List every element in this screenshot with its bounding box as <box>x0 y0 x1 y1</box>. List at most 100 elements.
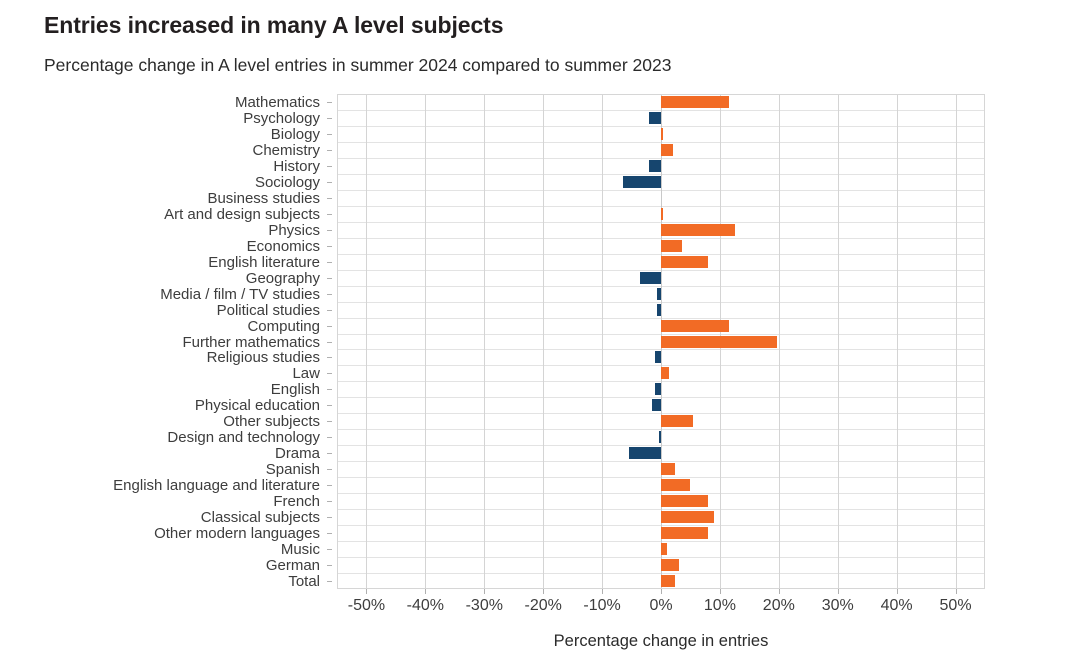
y-axis-tick-label: Physics <box>268 221 320 239</box>
y-axis-tick <box>327 182 332 183</box>
y-axis-tick <box>327 389 332 390</box>
x-axis-tick-label: 50% <box>939 597 972 614</box>
bar <box>655 383 661 396</box>
bar <box>661 223 735 236</box>
bar <box>655 351 661 364</box>
x-axis-tick <box>838 589 839 594</box>
bar <box>661 543 667 556</box>
chart-subtitle: Percentage change in A level entries in … <box>44 55 672 75</box>
y-axis-tick <box>327 198 332 199</box>
x-axis-tick <box>897 589 898 594</box>
bar <box>661 479 691 492</box>
x-axis-tick <box>366 589 367 594</box>
y-axis-tick-label: Spanish <box>265 461 320 479</box>
x-axis-tick <box>779 589 780 594</box>
y-axis-tick-label: Religious studies <box>206 349 320 367</box>
y-axis-tick <box>327 134 332 135</box>
y-axis-tick <box>327 230 332 231</box>
y-axis-tick <box>327 278 332 279</box>
x-axis-tick-label: 10% <box>703 597 736 614</box>
x-axis-tick-label: 30% <box>821 597 854 614</box>
y-axis-tick-label: Sociology <box>254 173 320 191</box>
bar <box>649 159 661 172</box>
vertical-gridline <box>779 94 780 589</box>
x-axis-tick-label: -30% <box>465 597 503 614</box>
y-axis-tick-label: Psychology <box>243 109 320 127</box>
x-axis-tick-label: -40% <box>406 597 445 614</box>
y-axis-tick-label: Drama <box>274 445 320 463</box>
y-axis-tick-label: Physical education <box>194 397 320 415</box>
x-axis-tick-label: 20% <box>762 597 795 614</box>
bar <box>661 463 675 476</box>
y-axis-tick-label: Design and technology <box>167 429 320 447</box>
y-axis-tick <box>327 357 332 358</box>
y-axis-tick <box>327 437 332 438</box>
bar <box>661 127 663 140</box>
y-axis-tick-label: Biology <box>270 125 320 143</box>
bar <box>661 335 778 348</box>
y-axis-tick <box>327 517 332 518</box>
bar <box>622 175 661 188</box>
y-axis-tick <box>327 310 332 311</box>
chart-title: Entries increased in many A level subjec… <box>44 12 504 38</box>
bar <box>661 495 709 508</box>
y-axis-tick-label: Other subjects <box>223 413 320 431</box>
vertical-gridline <box>543 94 544 589</box>
y-axis-tick <box>327 373 332 374</box>
y-axis-tick <box>327 501 332 502</box>
bar <box>656 287 661 300</box>
y-axis-tick-label: Geography <box>245 269 320 287</box>
y-axis-tick <box>327 581 332 582</box>
x-axis-tick <box>720 589 721 594</box>
y-axis-tick <box>327 150 332 151</box>
bar <box>628 447 661 460</box>
y-axis-tick-label: Economics <box>246 237 320 255</box>
bar <box>661 527 709 540</box>
y-axis-tick-label: Media / film / TV studies <box>160 285 320 303</box>
y-axis-tick-label: English language and literature <box>113 477 320 495</box>
x-axis-tick-label: -20% <box>524 597 562 614</box>
bar <box>652 399 661 412</box>
x-axis-tick <box>602 589 603 594</box>
vertical-gridline <box>838 94 839 589</box>
bar <box>661 143 673 156</box>
y-axis-tick-label: English literature <box>208 253 320 271</box>
vertical-gridline <box>484 94 485 589</box>
x-axis-tick-label: -10% <box>583 597 621 614</box>
y-axis: Mathematics Psychology Biology Chemistry His… <box>0 94 332 589</box>
vertical-gridline <box>602 94 603 589</box>
bar <box>661 575 675 588</box>
bar <box>656 303 661 316</box>
vertical-gridline <box>897 94 898 589</box>
y-axis-tick <box>327 565 332 566</box>
bar <box>661 367 669 380</box>
x-axis-tick <box>956 589 957 594</box>
y-axis-tick-label: Computing <box>247 317 320 335</box>
y-axis-tick <box>327 469 332 470</box>
y-axis-tick-label: Political studies <box>216 301 320 319</box>
y-axis-tick-label: Other modern languages <box>154 525 320 543</box>
y-axis-tick-label: Art and design subjects <box>164 205 320 223</box>
bar <box>640 271 661 284</box>
y-axis-tick-label: Music <box>280 541 320 559</box>
y-axis-tick <box>327 533 332 534</box>
x-axis: -50% -40% -30% -20% -10% 0% 10% 20% 30% 40% 50% <box>337 589 985 629</box>
y-axis-tick <box>327 246 332 247</box>
chart-container: Entries increased in many A level subjec… <box>0 0 1080 666</box>
vertical-gridline <box>956 94 957 589</box>
bar <box>661 255 709 268</box>
y-axis-tick <box>327 166 332 167</box>
x-axis-title: Percentage change in entries <box>553 632 769 650</box>
y-axis-tick <box>327 262 332 263</box>
y-axis-tick <box>327 214 332 215</box>
bar <box>659 431 661 444</box>
bar <box>661 415 694 428</box>
y-axis-tick-label: Mathematics <box>234 93 320 111</box>
y-axis-tick <box>327 485 332 486</box>
y-axis-tick <box>327 342 332 343</box>
y-axis-tick-label: Chemistry <box>252 141 320 159</box>
y-axis-tick-label: Business studies <box>207 189 320 207</box>
y-axis-tick <box>327 294 332 295</box>
y-axis-tick-label: English <box>270 381 320 399</box>
y-axis-tick-label: Further mathematics <box>182 333 320 351</box>
